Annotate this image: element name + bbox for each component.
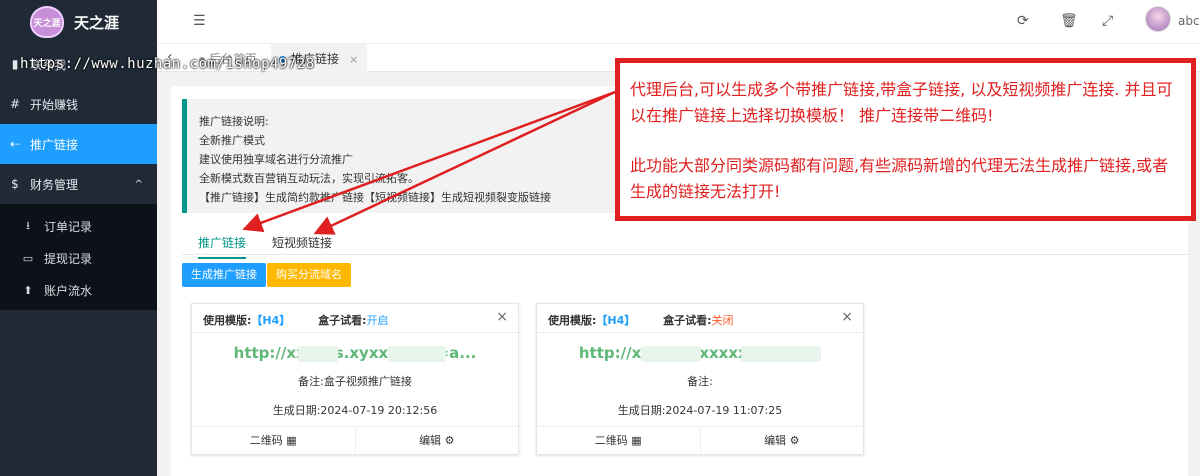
template-label: 使用模版:: [203, 314, 252, 327]
logo[interactable]: 天之涯 天之涯: [0, 0, 157, 44]
tab-promo-link[interactable]: 推广链接: [198, 234, 247, 259]
fullscreen-icon[interactable]: ⤢: [1102, 13, 1113, 29]
created-date: 生成日期:2024-07-19 20:12:56: [272, 404, 438, 417]
sidebar-item-label: 开始赚钱: [30, 97, 79, 112]
edit-button[interactable]: 编辑 ⚙: [354, 427, 519, 454]
avatar[interactable]: [1145, 6, 1171, 32]
redaction-mask: [298, 346, 338, 362]
template-value: 【H4】: [251, 314, 291, 327]
promo-url[interactable]: http://xxxxxs.xyxxxxxxx=a...: [192, 344, 518, 364]
sidebar-item-label: 订单记录: [44, 219, 93, 234]
notice-line: 全新模式数百营销互动玩法，实现引流拓客。: [199, 172, 419, 185]
trial-label: 盒子试看:: [663, 314, 712, 327]
link-card: 使用模版:【H4】 盒子试看:开启 × http://xxxxxs.xyxxxx…: [191, 303, 519, 455]
sidebar-item-orders[interactable]: ⭳ 订单记录: [0, 210, 157, 242]
edit-label: 编辑: [419, 434, 442, 447]
card-footer: 二维码 ▦ 编辑 ⚙: [192, 426, 518, 454]
sidebar-item-start-earning[interactable]: # 开始赚钱: [0, 84, 157, 124]
qr-label: 二维码: [594, 434, 628, 447]
sidebar-item-withdrawals[interactable]: ▭ 提现记录: [0, 242, 157, 274]
remark: 备注:: [687, 375, 713, 388]
sidebar-item-account-flow[interactable]: ⬆ 账户流水: [0, 274, 157, 306]
sidebar-item-finance[interactable]: $ 财务管理 ^: [0, 164, 157, 204]
gear-icon: ⚙: [444, 434, 455, 447]
redaction-mask: [388, 346, 446, 362]
sidebar-item-promo-links[interactable]: ⇠ 推广链接: [0, 124, 157, 164]
promo-url[interactable]: http://xxxxxxxxxxxxxxxxxxx.: [537, 344, 863, 364]
promo-notice: 推广链接说明: 全新推广模式 建议使用独享域名进行分流推广 全新模式数百营销互动…: [182, 99, 652, 213]
edit-label: 编辑: [764, 434, 787, 447]
sidebar-item-label: 提现记录: [44, 251, 93, 266]
redaction-mask: [741, 346, 821, 362]
trash-icon[interactable]: 🗑: [1060, 13, 1078, 29]
annotation-text: 此功能大部分同类源码都有问题,有些源码新增的代理无法生成推广链接,或者生成的链接…: [630, 156, 1169, 201]
qr-code-icon: ▦: [631, 434, 642, 447]
finance-submenu: ⭳ 订单记录 ▭ 提现记录 ⬆ 账户流水: [0, 204, 157, 310]
redaction-mask: [641, 346, 701, 362]
card-header: 使用模版:【H4】 盒子试看:关闭 ×: [537, 304, 863, 333]
tab-short-video-link[interactable]: 短视频链接: [272, 234, 332, 251]
arrow-up-circle-icon: ⬆: [23, 283, 33, 297]
qr-code-button[interactable]: 二维码 ▦: [192, 427, 355, 454]
qr-code-button[interactable]: 二维码 ▦: [537, 427, 700, 454]
trial-status: 关闭: [711, 314, 734, 327]
trial-label: 盒子试看:: [318, 314, 367, 327]
refresh-icon[interactable]: ⟳: [1017, 13, 1029, 29]
notice-line: 全新推广模式: [199, 134, 265, 147]
dollar-icon: $: [11, 177, 19, 191]
download-icon: ⭳: [26, 218, 30, 232]
logo-badge-icon: 天之涯: [30, 6, 64, 38]
generate-link-button[interactable]: 生成推广链接: [182, 263, 266, 287]
remark: 备注:盒子视频推广链接: [298, 375, 412, 388]
watermark: https://www.huzhan.com/1shop49728: [20, 56, 315, 72]
sidebar-item-label: 账户流水: [44, 283, 93, 298]
notice-line: 【推广链接】生成简约款推广链接【短视频链接】生成短视频裂变版链接: [199, 191, 551, 204]
annotation-box: 代理后台,可以生成多个带推广链接,带盒子链接, 以及短视频推广连接. 并且可以在…: [615, 58, 1196, 221]
close-icon[interactable]: ×: [496, 309, 508, 325]
edit-button[interactable]: 编辑 ⚙: [699, 427, 864, 454]
trial-status: 开启: [366, 314, 389, 327]
template-value: 【H4】: [596, 314, 636, 327]
qr-code-icon: ▦: [286, 434, 297, 447]
close-icon[interactable]: ×: [841, 309, 853, 325]
menu-toggle-icon[interactable]: ☰: [193, 13, 206, 29]
annotation-text: 代理后台,可以生成多个带推广链接,带盒子链接, 以及短视频推广连接. 并且可以在…: [630, 80, 1173, 125]
card-header: 使用模版:【H4】 盒子试看:开启 ×: [192, 304, 518, 333]
hash-icon: #: [9, 97, 21, 111]
sidebar-item-label: 财务管理: [30, 177, 79, 192]
sidebar-item-label: 推广链接: [30, 137, 79, 152]
brand-name: 天之涯: [74, 13, 120, 32]
link-card: 使用模版:【H4】 盒子试看:关闭 × http://xxxxxxxxxxxxx…: [536, 303, 864, 455]
card-footer: 二维码 ▦ 编辑 ⚙: [537, 426, 863, 454]
link-type-tabs: 推广链接 短视频链接: [182, 228, 1188, 259]
close-icon[interactable]: ×: [349, 53, 358, 66]
chevron-up-icon: ^: [134, 178, 143, 190]
visa-card-icon: ▭: [22, 251, 34, 265]
created-date: 生成日期:2024-07-19 11:07:25: [617, 404, 783, 417]
share-icon: ⇠: [9, 137, 21, 151]
username[interactable]: abc: [1178, 14, 1200, 28]
qr-label: 二维码: [249, 434, 283, 447]
notice-line: 推广链接说明:: [199, 115, 269, 128]
gear-icon: ⚙: [789, 434, 800, 447]
notice-line: 建议使用独享域名进行分流推广: [199, 153, 353, 166]
buy-domain-button[interactable]: 购买分流域名: [267, 263, 351, 287]
top-header: ☰ ⟳ 🗑 ⤢ abc: [157, 0, 1200, 44]
template-label: 使用模版:: [548, 314, 597, 327]
